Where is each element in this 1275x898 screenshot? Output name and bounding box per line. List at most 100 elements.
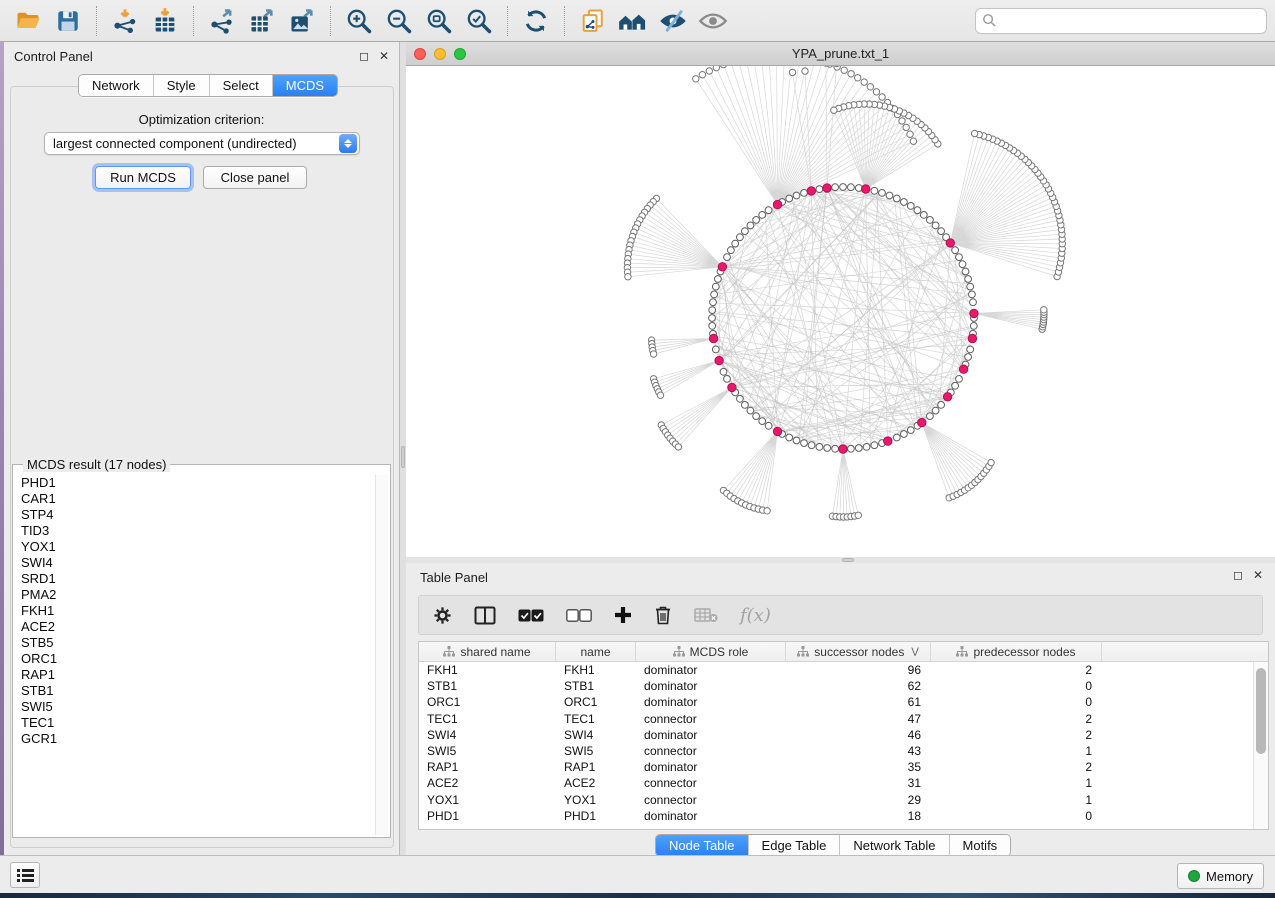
network-window-titlebar[interactable]: YPA_prune.txt_1 — [406, 42, 1275, 66]
mcds-result-item[interactable]: STP4 — [15, 507, 375, 523]
table-row[interactable]: ORC1 ORC1 dominator 61 0 — [419, 694, 1253, 710]
network-canvas[interactable] — [406, 66, 1275, 557]
network-export-icon — [208, 7, 236, 35]
folder-open-icon — [14, 7, 42, 35]
table-row[interactable]: PHD1 PHD1 dominator 18 0 — [419, 808, 1253, 824]
tab-mcds[interactable]: MCDS — [273, 75, 337, 96]
criterion-dropdown[interactable]: largest connected component (undirected) — [44, 132, 360, 155]
float-panel-icon[interactable]: ◻ — [359, 50, 369, 62]
splitter-grip[interactable] — [401, 446, 405, 468]
tab-network[interactable]: Network — [79, 75, 154, 96]
tab-motifs[interactable]: Motifs — [950, 835, 1011, 856]
zoom-in-button[interactable] — [339, 3, 379, 39]
function-builder-icon[interactable]: f(x) — [740, 601, 771, 629]
mcds-result-item[interactable]: GCR1 — [15, 731, 375, 747]
close-panel-icon[interactable]: ✕ — [1253, 569, 1263, 581]
run-mcds-button[interactable]: Run MCDS — [95, 166, 191, 189]
import-table-button[interactable] — [145, 3, 185, 39]
list-icon — [17, 869, 34, 882]
mcds-result-item[interactable]: SWI5 — [15, 699, 375, 715]
table-row[interactable]: ACE2 ACE2 connector 31 1 — [419, 775, 1253, 791]
table-import-icon — [151, 7, 179, 35]
search-input[interactable] — [997, 13, 1260, 28]
export-image-button[interactable] — [282, 3, 322, 39]
float-panel-icon[interactable]: ◻ — [1233, 569, 1243, 581]
mcds-result-item[interactable]: SRD1 — [15, 571, 375, 587]
optimization-criterion-label: Optimization criterion: — [4, 112, 399, 127]
tab-select[interactable]: Select — [210, 75, 273, 96]
gear-icon[interactable] — [433, 601, 452, 629]
hide-selected-button[interactable] — [653, 3, 693, 39]
mcds-list-scrollbar[interactable] — [375, 475, 388, 835]
toolbar-separator — [330, 6, 331, 36]
scrollbar-thumb[interactable] — [1256, 668, 1266, 754]
column-header-successor-nodes[interactable]: successor nodes ⋁ — [786, 642, 931, 661]
zoom-out-button[interactable] — [379, 3, 419, 39]
magnifier-plus-icon — [345, 7, 373, 35]
column-header-name[interactable]: name — [556, 642, 636, 661]
tab-network-table[interactable]: Network Table — [840, 835, 949, 856]
table-row[interactable]: SWI4 SWI4 dominator 46 2 — [419, 727, 1253, 743]
control-panel-title: Control Panel — [14, 49, 93, 64]
close-panel-button[interactable]: Close panel — [203, 166, 307, 189]
splitter-grip[interactable] — [842, 558, 854, 562]
table-scrollbar[interactable] — [1253, 662, 1268, 829]
memory-status-icon — [1188, 870, 1200, 882]
memory-label: Memory — [1206, 869, 1253, 884]
table-row[interactable]: FKH1 FKH1 dominator 96 2 — [419, 662, 1253, 678]
export-network-button[interactable] — [202, 3, 242, 39]
deselect-all-icon[interactable] — [566, 601, 592, 629]
mcds-result-item[interactable]: STB5 — [15, 635, 375, 651]
mcds-result-item[interactable]: PHD1 — [15, 475, 375, 491]
search-box[interactable] — [975, 8, 1267, 34]
table-row[interactable]: SWI5 SWI5 connector 43 1 — [419, 743, 1253, 759]
memory-button[interactable]: Memory — [1177, 863, 1264, 889]
mcds-result-item[interactable]: CAR1 — [15, 491, 375, 507]
mcds-result-item[interactable]: FKH1 — [15, 603, 375, 619]
tab-edge-table[interactable]: Edge Table — [749, 835, 841, 856]
column-type-icon — [443, 646, 455, 657]
mcds-result-item[interactable]: ACE2 — [15, 619, 375, 635]
table-toolbar: f(x) — [418, 595, 1263, 635]
open-session-button[interactable] — [8, 3, 48, 39]
copy-network-icon — [579, 7, 607, 35]
select-all-icon[interactable] — [518, 601, 544, 629]
column-header-predecessor-nodes[interactable]: predecessor nodes — [931, 642, 1102, 661]
zoom-fit-button[interactable] — [419, 3, 459, 39]
close-panel-icon[interactable]: ✕ — [379, 50, 389, 62]
mcds-result-item[interactable]: ORC1 — [15, 651, 375, 667]
delete-column-icon[interactable] — [654, 601, 672, 629]
task-history-button[interactable] — [10, 862, 40, 888]
mcds-result-item[interactable]: TID3 — [15, 523, 375, 539]
mcds-result-item[interactable]: PMA2 — [15, 587, 375, 603]
table-row[interactable]: TEC1 TEC1 connector 47 2 — [419, 711, 1253, 727]
first-neighbors-button[interactable] — [613, 3, 653, 39]
column-header-mcds-role[interactable]: MCDS role — [636, 642, 786, 661]
split-columns-icon[interactable] — [474, 601, 496, 629]
mcds-result-item[interactable]: YOX1 — [15, 539, 375, 555]
import-network-button[interactable] — [105, 3, 145, 39]
zoom-selected-button[interactable] — [459, 3, 499, 39]
mcds-result-item[interactable]: TEC1 — [15, 715, 375, 731]
column-type-icon — [673, 646, 685, 657]
magnifier-minus-icon — [385, 7, 413, 35]
tab-style[interactable]: Style — [154, 75, 210, 96]
column-header-shared-name[interactable]: shared name — [419, 642, 556, 661]
tab-node-table[interactable]: Node Table — [656, 835, 749, 856]
table-row[interactable]: STB1 STB1 dominator 62 0 — [419, 678, 1253, 694]
apply-layout-button[interactable] — [516, 3, 556, 39]
mcds-result-title: MCDS result (17 nodes) — [23, 457, 170, 472]
mcds-result-item[interactable]: SWI4 — [15, 555, 375, 571]
mcds-result-item[interactable]: STB1 — [15, 683, 375, 699]
mcds-result-item[interactable]: RAP1 — [15, 667, 375, 683]
node-table: shared name name MCDS role successor nod… — [418, 641, 1269, 830]
delete-table-icon[interactable] — [694, 601, 718, 629]
clone-network-button[interactable] — [573, 3, 613, 39]
save-session-button[interactable] — [48, 3, 88, 39]
table-row[interactable]: YOX1 YOX1 connector 29 1 — [419, 792, 1253, 808]
table-header-row: shared name name MCDS role successor nod… — [419, 642, 1268, 662]
show-all-button[interactable] — [693, 3, 733, 39]
table-row[interactable]: RAP1 RAP1 dominator 35 2 — [419, 759, 1253, 775]
export-table-button[interactable] — [242, 3, 282, 39]
add-column-icon[interactable] — [614, 601, 632, 629]
